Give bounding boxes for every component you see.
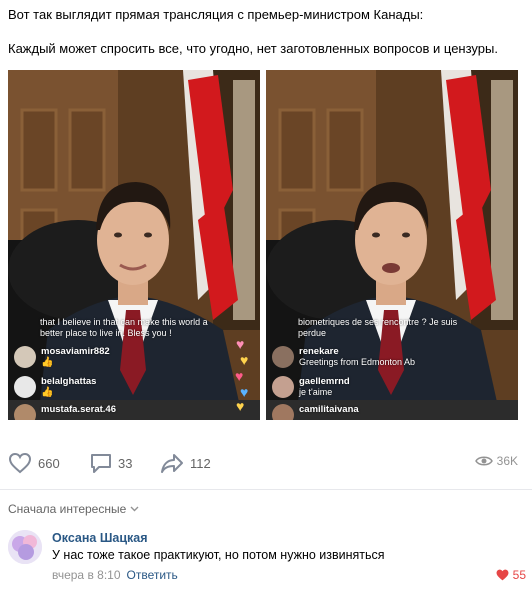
post-text: Вот так выглядит прямая трансляция с пре… <box>8 6 528 57</box>
heart-icon: ♥ <box>240 352 249 368</box>
avatar <box>272 404 294 420</box>
heart-filled-icon <box>496 569 509 581</box>
live-comment-author: renekare <box>299 346 339 357</box>
divider <box>0 489 532 490</box>
view-count: 36K <box>496 454 518 468</box>
comment-icon <box>91 454 111 473</box>
comment-text: У нас тоже такое практикуют, но потом ну… <box>52 548 385 562</box>
stream-caption-right: biometriques de ses rencontre ? Je suis … <box>298 317 457 339</box>
live-comment: mustafa.serat.46 <box>14 404 116 420</box>
live-comment-message: Greetings from Edmonton Ab <box>299 357 416 367</box>
live-comment: renekare Greetings from Edmonton Ab <box>272 346 415 368</box>
live-comment-author: belalghattas <box>41 376 97 387</box>
live-comment-author: camilitaivana <box>299 404 359 415</box>
avatar <box>272 376 294 398</box>
comment-item: Оксана Шацкая У нас тоже такое практикую… <box>8 528 528 590</box>
reply-button[interactable]: Ответить <box>127 568 178 582</box>
comment-like-count: 55 <box>512 568 526 582</box>
avatar <box>14 376 36 398</box>
stream-caption-line-1: biometriques de ses rencontre ? Je suis <box>298 317 458 327</box>
like-button[interactable]: 660 <box>8 452 60 474</box>
stream-caption-line-2: better place to live in. Bless you ! <box>40 328 172 338</box>
live-comment-author: mustafa.serat.46 <box>41 404 116 415</box>
live-comment: mosaviamir882 👍 <box>14 346 110 368</box>
comment-button[interactable]: 33 <box>90 452 132 474</box>
eye-icon <box>474 456 493 466</box>
post-text-line-2: Каждый может спросить все, что угодно, н… <box>8 41 498 56</box>
stream-caption-line-1: that I believe in that can make this wor… <box>40 317 208 327</box>
stream-photo-left[interactable]: that I believe in that can make this wor… <box>8 70 260 420</box>
avatar <box>272 346 294 368</box>
live-comment: belalghattas 👍 <box>14 376 96 398</box>
heart-icon: ♥ <box>236 336 245 352</box>
live-comment-author: mosaviamir882 <box>41 346 110 357</box>
comment-meta: вчера в 8:10 Ответить <box>52 568 178 582</box>
stream-caption-line-2: perdue <box>298 328 327 338</box>
avatar-image <box>8 530 42 564</box>
post-text-line-1: Вот так выглядит прямая трансляция с пре… <box>8 7 424 22</box>
avatar <box>14 404 36 420</box>
live-comment: camilitaivana <box>272 404 359 420</box>
stream-photo-right[interactable]: biometriques de ses rencontre ? Je suis … <box>266 70 518 420</box>
stream-caption-left: that I believe in that can make this wor… <box>40 317 208 339</box>
sort-dropdown[interactable]: Сначала интересные <box>8 502 139 516</box>
comment-author-link[interactable]: Оксана Шацкая <box>52 531 148 545</box>
live-comment: gaellemrnd je t'aime <box>272 376 350 398</box>
avatar <box>14 346 36 368</box>
views-counter: 36K <box>474 454 518 468</box>
post-actions: 660 33 112 36K <box>0 446 532 482</box>
reaction-hearts: ♥ ♥ ♥ ♥ ♥ <box>234 336 256 416</box>
comment-time[interactable]: вчера в 8:10 <box>52 568 121 582</box>
comment-like-button[interactable]: 55 <box>496 568 526 582</box>
chevron-down-icon <box>130 506 139 512</box>
live-comment-message: je t'aime <box>299 387 333 397</box>
share-icon <box>161 454 183 473</box>
heart-outline-icon <box>8 452 32 474</box>
heart-icon: ♥ <box>236 398 245 414</box>
avatar[interactable] <box>8 530 42 564</box>
share-count: 112 <box>190 455 211 471</box>
comment-count: 33 <box>118 455 133 471</box>
thumbs-up-icon: 👍 <box>41 387 54 398</box>
like-count: 660 <box>38 455 60 471</box>
live-comment-author: gaellemrnd <box>299 376 350 387</box>
sort-label: Сначала интересные <box>8 502 127 516</box>
share-button[interactable]: 112 <box>160 452 211 474</box>
thumbs-up-icon: 👍 <box>41 357 54 368</box>
heart-icon: ♥ <box>235 368 244 384</box>
